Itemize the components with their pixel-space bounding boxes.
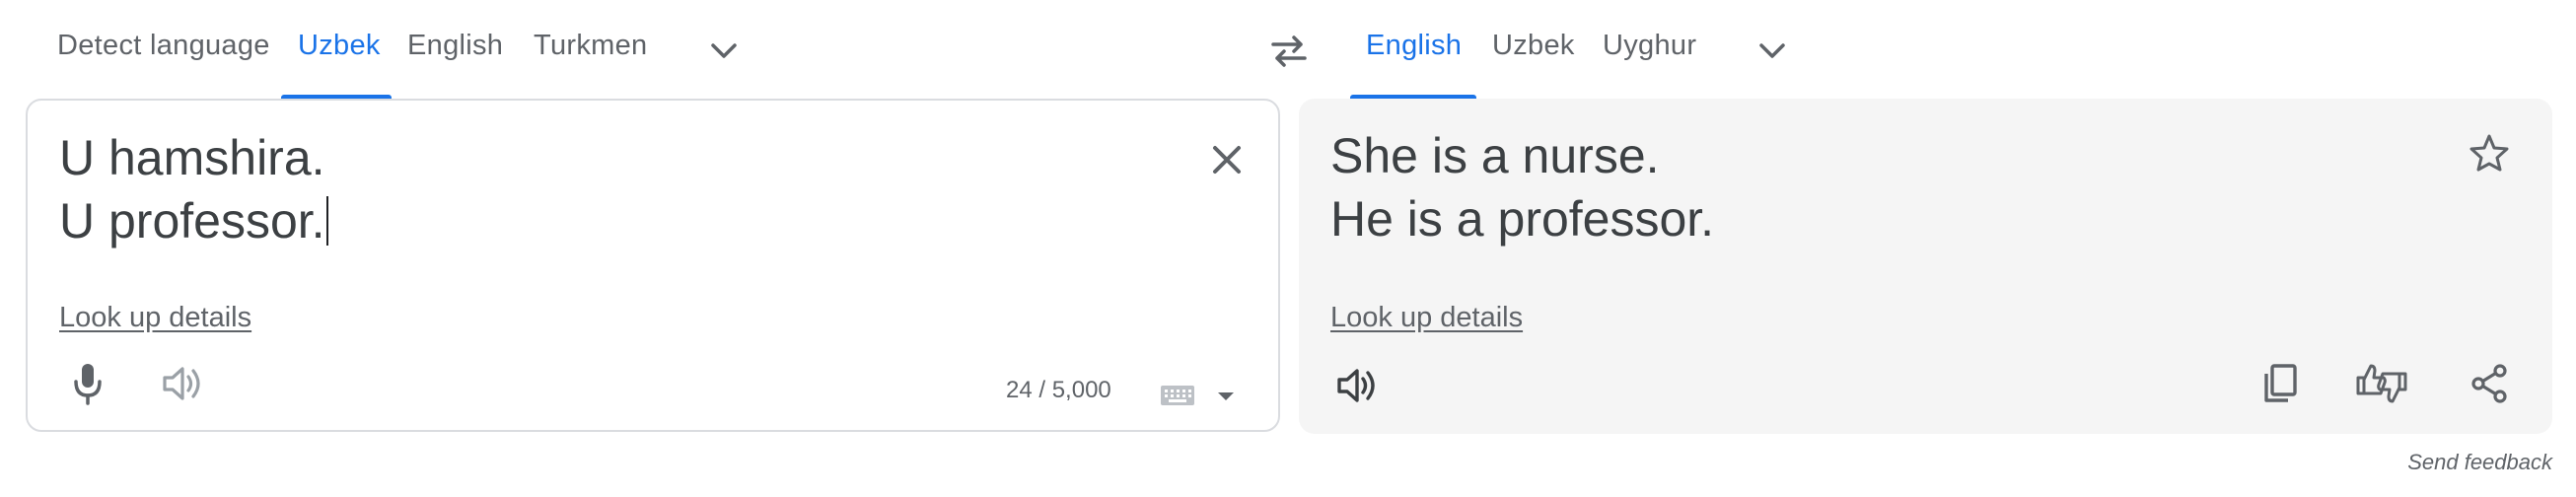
share-icon[interactable] [2465, 359, 2514, 408]
star-icon[interactable] [2465, 128, 2514, 178]
translation-line-2: He is a professor. [1330, 191, 1715, 247]
rate-translation-icon[interactable] [2354, 359, 2409, 408]
tab-target-uyghur[interactable]: Uyghur [1603, 30, 1696, 62]
tab-target-uzbek[interactable]: Uzbek [1492, 30, 1575, 62]
translation-line-1: She is a nurse. [1330, 128, 1660, 183]
translation-look-up-details-link[interactable]: Look up details [1330, 302, 1523, 334]
close-icon[interactable] [1201, 134, 1252, 185]
character-counter: 24 / 5,000 [1006, 377, 1111, 403]
tab-source-turkmen[interactable]: Turkmen [534, 30, 647, 62]
speaker-icon[interactable] [1330, 361, 1386, 410]
tab-source-uzbek[interactable]: Uzbek [298, 30, 381, 62]
source-text-line-2-value[interactable]: U professor. [59, 193, 325, 248]
keyboard-icon[interactable] [1158, 379, 1197, 412]
send-feedback-link[interactable]: Send feedback [2407, 450, 2552, 475]
swap-arrows-icon[interactable] [1264, 30, 1314, 73]
source-text-line-1[interactable]: U hamshira. [59, 126, 325, 189]
copy-icon[interactable] [2255, 359, 2305, 408]
translation-panel: She is a nurse. He is a professor. Look … [1299, 99, 2552, 434]
chevron-down-icon[interactable] [1751, 32, 1794, 71]
source-look-up-details-link[interactable]: Look up details [59, 302, 251, 334]
chevron-down-icon[interactable] [702, 32, 746, 71]
source-text-line-2[interactable]: U professor. [59, 189, 328, 252]
source-text-panel[interactable]: U hamshira. U professor. Look up details… [26, 99, 1280, 432]
caret-down-icon[interactable] [1211, 383, 1241, 410]
microphone-icon[interactable] [63, 359, 112, 408]
tab-source-english[interactable]: English [407, 30, 503, 62]
text-cursor [325, 196, 328, 246]
tab-detect-language[interactable]: Detect language [57, 30, 270, 62]
tab-target-english[interactable]: English [1366, 30, 1462, 62]
speaker-icon [156, 359, 211, 408]
